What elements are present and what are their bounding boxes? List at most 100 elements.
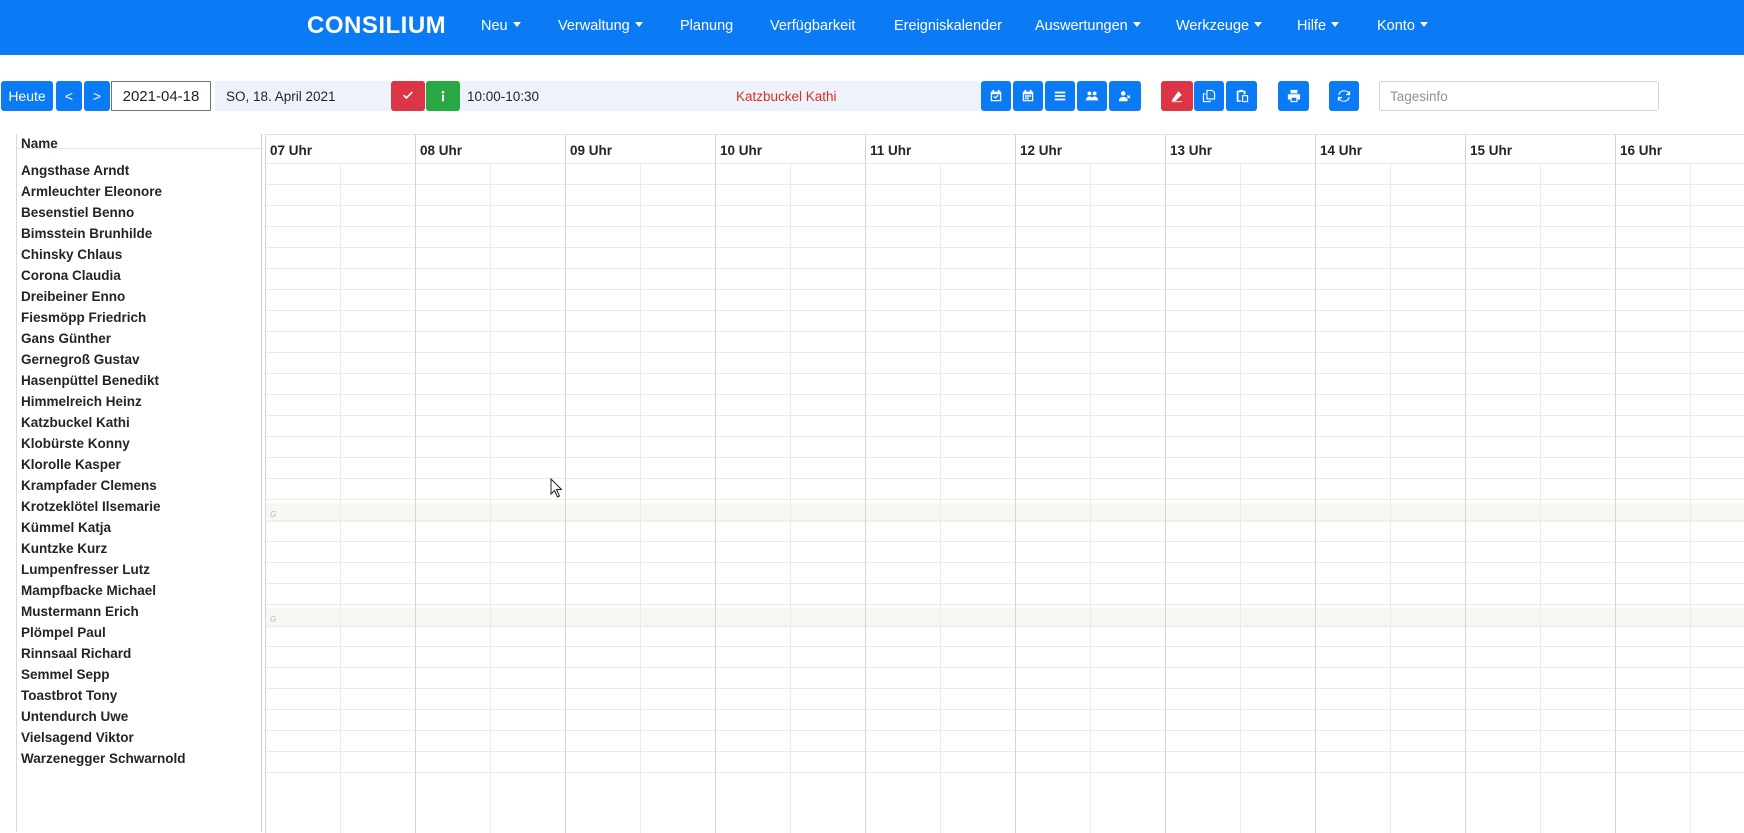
timeline-area[interactable]: G G 07 Uhr 08 Uhr 09 Uhr 10 Uhr 11 Uhr 12 Uhr 13… — [265, 134, 1744, 833]
row-divider — [265, 331, 1744, 332]
person-name[interactable]: Katzbuckel Kathi — [21, 415, 130, 430]
person-name[interactable]: Mampfbacke Michael — [21, 583, 156, 598]
person-name[interactable]: Himmelreich Heinz — [21, 394, 142, 409]
person-name[interactable]: Untendurch Uwe — [21, 709, 128, 724]
row-divider — [265, 226, 1744, 227]
name-column: Name Angsthase Arndt Armleuchter Eleonore… — [16, 134, 263, 832]
hour-divider — [865, 135, 866, 833]
person-name[interactable]: Mustermann Erich — [21, 604, 139, 619]
person-name[interactable]: Rinnsaal Richard — [21, 646, 131, 661]
prev-day-button[interactable]: < — [56, 81, 82, 111]
person-name[interactable]: Hasenpüttel Benedikt — [21, 373, 159, 388]
person-name[interactable]: Gans Günther — [21, 331, 111, 346]
caret-down-icon — [1254, 22, 1263, 27]
person-name[interactable]: Krampfader Clemens — [21, 478, 157, 493]
hour-divider — [1315, 135, 1316, 833]
row-divider — [265, 478, 1744, 479]
list-view-button[interactable] — [1045, 81, 1075, 111]
hour-label: 10 Uhr — [720, 143, 763, 158]
row-divider — [265, 667, 1744, 668]
row-divider — [265, 499, 1744, 500]
hour-divider — [1465, 135, 1466, 833]
caret-down-icon — [1419, 22, 1428, 27]
person-name[interactable]: Fiesmöpp Friedrich — [21, 310, 146, 325]
confirm-button[interactable] — [391, 81, 425, 111]
half-hour-divider — [940, 163, 941, 833]
row-divider — [265, 562, 1744, 563]
half-hour-divider — [340, 163, 341, 833]
eraser-icon — [1171, 91, 1183, 103]
calendar-check-icon — [990, 89, 1002, 102]
person-name[interactable]: Bimsstein Brunhilde — [21, 226, 152, 241]
print-button[interactable] — [1278, 81, 1309, 111]
person-name[interactable]: Plömpel Paul — [21, 625, 106, 640]
next-day-button[interactable]: > — [84, 81, 110, 111]
hour-divider — [1165, 135, 1166, 833]
half-hour-divider — [1240, 163, 1241, 833]
refresh-button[interactable] — [1329, 81, 1359, 111]
hour-divider — [265, 135, 266, 833]
nav-item-verwaltung[interactable]: Verwaltung — [558, 18, 643, 34]
erase-button[interactable] — [1161, 81, 1193, 111]
person-name[interactable]: Besenstiel Benno — [21, 205, 134, 220]
person-name[interactable]: Kümmel Katja — [21, 520, 111, 535]
nav-item-planung[interactable]: Planung — [680, 18, 733, 34]
header-divider — [17, 148, 263, 149]
nav-item-label: Planung — [680, 18, 734, 34]
user-remove-icon — [1118, 91, 1131, 102]
hour-label: 11 Uhr — [870, 143, 912, 158]
person-name[interactable]: Dreibeiner Enno — [21, 289, 125, 304]
person-name[interactable]: Vielsagend Viktor — [21, 730, 134, 745]
person-name[interactable]: Corona Claudia — [21, 268, 121, 283]
person-name[interactable]: Kuntzke Kurz — [21, 541, 107, 556]
day-view-button[interactable] — [981, 81, 1011, 111]
hour-divider — [565, 135, 566, 833]
person-name[interactable]: Klorolle Kasper — [21, 457, 121, 472]
person-name[interactable]: Krotzeklötel Ilsemarie — [21, 499, 161, 514]
half-hour-divider — [1690, 163, 1691, 833]
check-icon — [403, 91, 413, 100]
nav-item-konto[interactable]: Konto — [1377, 18, 1428, 34]
row-divider — [265, 415, 1744, 416]
copy-button[interactable] — [1194, 81, 1224, 111]
row-divider — [265, 205, 1744, 206]
info-button[interactable] — [426, 81, 460, 111]
row-divider — [265, 730, 1744, 731]
row-divider — [265, 457, 1744, 458]
hour-label: 14 Uhr — [1320, 143, 1363, 158]
person-name[interactable]: Toastbrot Tony — [21, 688, 117, 703]
top-navbar: CONSILIUM Neu Verwaltung Planung Verfügbark… — [0, 0, 1744, 55]
today-button[interactable]: Heute — [1, 81, 53, 111]
nav-item-werkzeuge[interactable]: Werkzeuge — [1176, 18, 1263, 34]
person-name[interactable]: Warzenegger Schwarnold — [21, 751, 186, 766]
row-divider — [265, 394, 1744, 395]
nav-item-neu[interactable]: Neu — [481, 18, 521, 34]
schedule-grid: Name Angsthase Arndt Armleuchter Eleonore… — [16, 134, 1744, 833]
remove-person-button[interactable] — [1109, 81, 1141, 111]
nav-item-verfügbarkeit[interactable]: Verfügbarkeit — [770, 18, 855, 34]
brand-logo[interactable]: CONSILIUM — [307, 12, 446, 40]
row-divider — [265, 709, 1744, 710]
person-name[interactable]: Lumpenfresser Lutz — [21, 562, 150, 577]
person-name[interactable]: Chinsky Chlaus — [21, 247, 122, 262]
row-divider — [265, 751, 1744, 752]
person-name[interactable]: Klobürste Konny — [21, 436, 130, 451]
calendar-view-button[interactable] — [1013, 81, 1043, 111]
row-divider — [265, 646, 1744, 647]
row-divider — [265, 625, 1744, 626]
nav-item-auswertungen[interactable]: Auswertungen — [1035, 18, 1141, 34]
caret-down-icon — [634, 22, 643, 27]
person-name[interactable]: Angsthase Arndt — [21, 163, 129, 178]
paste-button[interactable] — [1226, 81, 1257, 111]
person-name[interactable]: Armleuchter Eleonore — [21, 184, 162, 199]
caret-down-icon — [512, 22, 521, 27]
tagesinfo-input[interactable] — [1379, 81, 1659, 111]
row-divider — [265, 310, 1744, 311]
group-view-button[interactable] — [1077, 81, 1107, 111]
row-divider — [265, 604, 1744, 605]
person-name[interactable]: Semmel Sepp — [21, 667, 110, 682]
person-name[interactable]: Gernegroß Gustav — [21, 352, 140, 367]
date-input[interactable]: 2021-04-18 — [111, 81, 211, 111]
nav-item-ereigniskalender[interactable]: Ereigniskalender — [894, 18, 1002, 34]
nav-item-hilfe[interactable]: Hilfe — [1297, 18, 1340, 34]
